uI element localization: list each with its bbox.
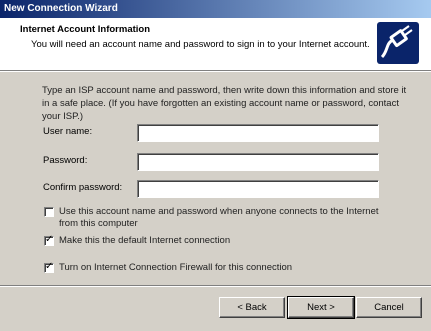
default-connection-label[interactable]: Make this the default Internet connectio… <box>59 235 230 247</box>
use-account-label[interactable]: Use this account name and password when … <box>59 206 399 230</box>
footer-separator <box>0 285 431 287</box>
firewall-checkbox[interactable]: ✓ <box>44 261 54 273</box>
window-title: New Connection Wizard <box>4 3 118 14</box>
title-bar: New Connection Wizard <box>0 0 431 18</box>
password-label: Password: <box>43 155 88 166</box>
user-name-input[interactable] <box>137 124 379 142</box>
header-subtitle: You will need an account name and passwo… <box>31 39 370 50</box>
intro-text: Type an ISP account name and password, t… <box>42 85 407 122</box>
confirm-password-label: Confirm password: <box>43 182 123 193</box>
header-separator <box>0 70 431 72</box>
confirm-password-input[interactable] <box>137 180 379 198</box>
checkmark-icon: ✓ <box>45 261 54 272</box>
user-name-label: User name: <box>43 126 93 137</box>
wizard-header: Internet Account Information You will ne… <box>0 18 431 70</box>
password-input[interactable] <box>137 153 379 171</box>
firewall-label[interactable]: Turn on Internet Connection Firewall for… <box>59 262 292 274</box>
default-connection-checkbox[interactable]: ✓ <box>44 234 54 246</box>
checkmark-icon: ✓ <box>45 234 54 245</box>
use-account-checkbox[interactable] <box>44 207 54 217</box>
cancel-button[interactable]: Cancel <box>356 297 422 318</box>
connection-plug-icon <box>376 21 420 65</box>
back-button[interactable]: < Back <box>219 297 285 318</box>
header-title: Internet Account Information <box>20 24 151 35</box>
next-button[interactable]: Next > <box>287 296 355 319</box>
